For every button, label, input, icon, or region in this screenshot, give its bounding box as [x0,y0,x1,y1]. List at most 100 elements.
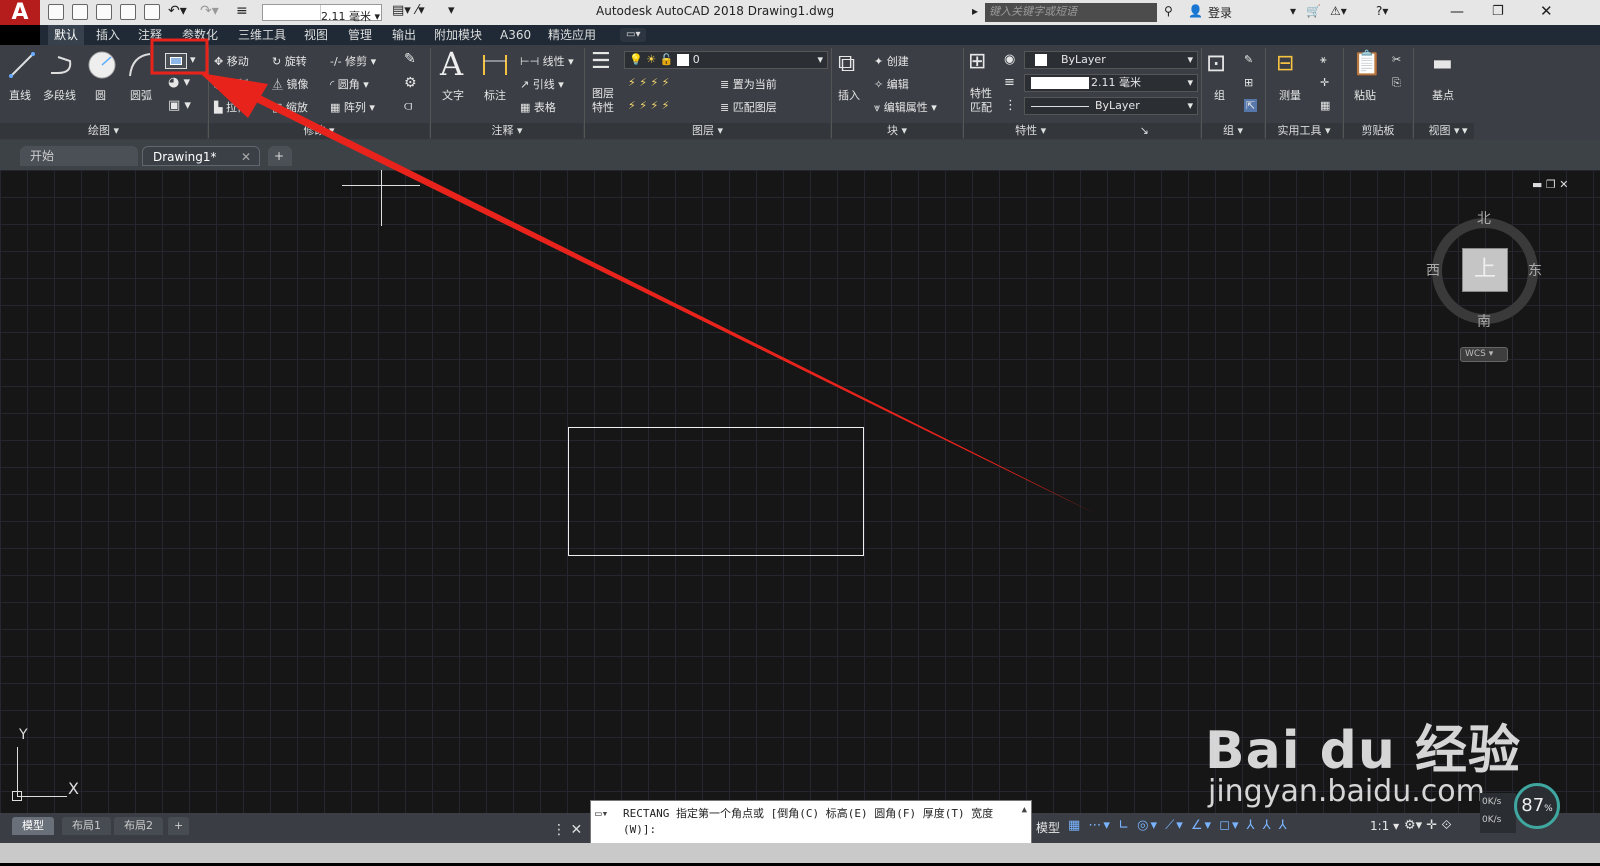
viewcube-east[interactable]: 东 [1528,260,1542,280]
clipboard-panel-label[interactable]: 剪贴板 [1344,123,1412,139]
insert-button[interactable]: 插入 [838,87,860,103]
layer-combo[interactable]: 💡 ☀ 🔓 0 ▾ [624,51,828,69]
help-icon[interactable]: ?▾ [1376,4,1388,18]
layer-tools-row1[interactable]: ⚡ ⚡ ⚡ ⚡ [628,76,669,89]
create-block-button[interactable]: ✦ 创建 [874,53,909,69]
add-layout-button[interactable]: + [168,817,190,835]
workspace-menu-icon[interactable]: ≡ [236,3,248,19]
viewport-restore-icon[interactable]: ❐ [1546,178,1556,191]
properties-launcher-icon[interactable]: ↘ [1140,124,1149,137]
calculator-icon[interactable]: ▦ [1320,99,1330,112]
scale-button[interactable]: ◲ 缩放 [272,99,308,115]
circle-button[interactable]: 圆 [95,87,106,103]
stretch-button[interactable]: ▙ 拉伸 [214,99,248,115]
measure-button[interactable]: 测量 [1279,87,1301,103]
login-dropdown-icon[interactable]: ▾ [1290,4,1296,18]
draw-panel-label[interactable]: 绘图 ▾ [0,123,207,139]
modify-panel-label[interactable]: 修改 ▾ [209,123,429,139]
tab-overflow-button[interactable]: ▭▾ [620,28,647,42]
point-icon[interactable]: ✛ [1320,76,1329,89]
linear-dim-button[interactable]: ⊢⊣ 线性 ▾ [520,53,574,69]
arc-button[interactable]: 圆弧 [130,87,152,103]
viewcube-west[interactable]: 西 [1426,260,1440,280]
line-button[interactable]: 直线 [9,87,31,103]
tab-default[interactable]: 默认 [48,25,85,45]
search-expand-icon[interactable]: ▸ [972,4,978,18]
polyline-button[interactable]: 多段线 [43,87,76,103]
customize-qat-icon[interactable]: ▾ [448,3,455,18]
layer-properties-button[interactable]: 图层 特性 [592,87,614,115]
set-current-button[interactable]: ≣ 置为当前 [720,76,777,92]
layout-tab-model[interactable]: 模型 [12,817,54,835]
search-input[interactable]: 键入关键字或短语 [985,3,1157,22]
wcs-menu[interactable]: WCS ▾ [1460,347,1508,362]
status-toggles-left[interactable]: ▦ ⋯▾ ∟ ◎▾ ⟋▾ ∠▾ ◻▾ ⅄ ⅄ ⅄ [1068,818,1289,833]
offset-icon[interactable]: ⫏ [404,98,412,114]
app-menu-button[interactable]: A [0,0,40,25]
move-button[interactable]: ✥ 移动 [214,53,249,69]
command-history-icon[interactable]: ▲ [1022,805,1027,815]
table-button[interactable]: ▦ 表格 [520,99,556,115]
match-properties-button[interactable]: 特性 匹配 [970,87,992,115]
minimize-button[interactable]: — [1450,4,1464,20]
autodesk-exchange-icon[interactable]: ⚠▾ [1330,4,1347,18]
hatch-icon[interactable]: ◕ ▾ [168,75,190,90]
groups-panel-label[interactable]: 组 ▾ [1202,123,1264,139]
layout-tab-1[interactable]: 布局1 [62,817,111,835]
undo-icon[interactable]: ↶▾ [168,3,187,19]
tab-drawing1[interactable]: Drawing1* ✕ [142,146,260,166]
explode-icon[interactable]: ⚙ [404,75,417,91]
print-icon[interactable] [144,4,160,20]
tab-a360[interactable]: A360 [494,25,537,45]
viewport-minimize-icon[interactable]: ▬ [1532,178,1542,191]
layout-tab-2[interactable]: 布局2 [114,817,163,835]
linetype-combo[interactable]: ByLayer ▾ [1024,97,1198,115]
open-file-icon[interactable] [72,4,88,20]
tab-start[interactable]: 开始 [20,146,138,166]
tab-insert[interactable]: 插入 [90,25,126,45]
array-button[interactable]: ▦ 阵列 ▾ [330,99,375,115]
tab-3d-tools[interactable]: 三维工具 [232,25,292,45]
quick-select-icon[interactable]: ⚹ [1320,53,1327,67]
properties-panel-label[interactable]: 特性 ▾ ↘ [964,123,1200,139]
tab-annotate[interactable]: 注释 [132,25,168,45]
cmd-close-icon[interactable]: ✕ [570,822,582,838]
new-file-icon[interactable] [48,4,64,20]
tab-featured-apps[interactable]: 精选应用 [542,25,602,45]
ungroup-icon[interactable]: ✎ [1244,53,1253,66]
group-select-icon[interactable]: ⇱ [1244,99,1258,112]
close-button[interactable]: ✕ [1540,2,1553,20]
lineweight-combo[interactable]: 2.11 毫米 ▾ [1024,74,1198,92]
tab-view[interactable]: 视图 [298,25,334,45]
annotation-scale-button[interactable]: 1:1 ▾ [1370,819,1399,833]
dimension-button[interactable]: 标注 [484,87,506,103]
tab-addins[interactable]: 附加模块 [428,25,488,45]
rectangle-icon[interactable] [165,53,187,69]
drawing-canvas[interactable]: ▬ ❐ ✕ 上 北 南 东 西 WCS ▾ Y X Bai du 经验 jing… [0,170,1600,813]
leader-button[interactable]: ↗ 引线 ▾ [520,76,564,92]
cart-icon[interactable]: 🛒 [1306,4,1321,18]
erase-icon[interactable]: ✎ [404,51,416,67]
text-button[interactable]: 文字 [442,87,464,103]
cut-icon[interactable]: ✂ [1392,53,1401,66]
fillet-button[interactable]: ◜ 圆角 ▾ [330,76,369,92]
region-icon[interactable]: ▣ ▾ [168,98,191,113]
lineweight-quick-combo[interactable]: 2.11 毫米 ▾ [262,4,382,23]
save-icon[interactable] [96,4,112,20]
cmd-grip-icon[interactable]: ⋮ [552,822,566,838]
linetype-quick-icon[interactable]: ⁄▾ [416,3,425,18]
login-button[interactable]: 登录 [1208,4,1232,21]
edit-block-button[interactable]: ✧ 编辑 [874,76,909,92]
viewcube-south[interactable]: 南 [1477,311,1491,331]
new-tab-button[interactable]: + [268,146,292,166]
copy-clip-icon[interactable]: ⎘ [1392,76,1401,90]
binoculars-icon[interactable]: ⚲ [1164,4,1173,18]
copy-button[interactable]: ⎘ 复制 [214,76,248,92]
utilities-panel-label[interactable]: 实用工具 ▾ [1266,123,1342,139]
tab-parametric[interactable]: 参数化 [176,25,224,45]
edit-attributes-button[interactable]: ⩔ 编辑属性 ▾ [874,99,937,115]
viewport-close-icon[interactable]: ✕ [1559,178,1568,191]
layer-quick-icon[interactable]: ▤▾ [392,3,411,18]
ribbon-minimize-icon[interactable]: ▾ [1462,124,1468,137]
mirror-button[interactable]: ⏅ 镜像 [272,76,309,92]
